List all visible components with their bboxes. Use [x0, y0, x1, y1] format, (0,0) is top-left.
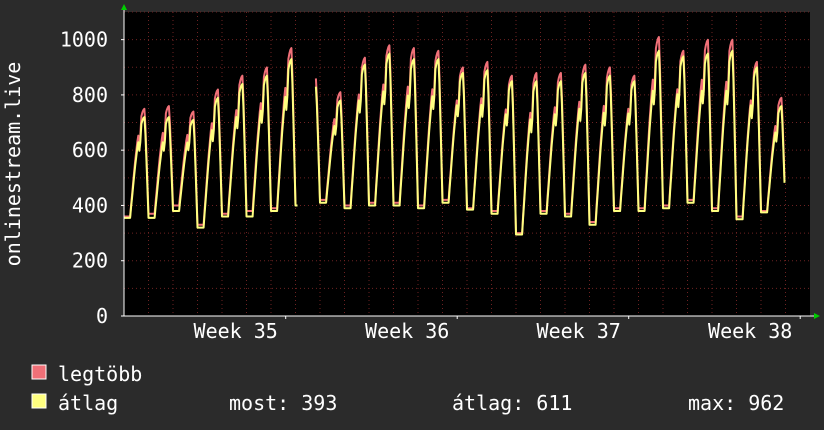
x-tick-label: Week 38	[708, 319, 792, 343]
x-tick-label: Week 35	[194, 319, 278, 343]
stat-average: átlag: 611	[452, 391, 572, 415]
x-tick-label: Week 36	[365, 319, 449, 343]
traffic-chart: 0 200 400 600 800 1000 Week 35 Week 36 Week 37 W…	[0, 0, 824, 430]
y-tick-label: 1000	[60, 28, 108, 52]
legend-swatch-max	[31, 364, 47, 380]
y-tick-label: 400	[72, 193, 108, 217]
x-tick-label: Week 37	[537, 319, 621, 343]
y-tick-label: 600	[72, 138, 108, 162]
y-tick-label: 0	[96, 304, 108, 328]
legend-label-max: legtöbb	[58, 362, 142, 386]
stat-current: most: 393	[229, 391, 337, 415]
y-tick-label: 200	[72, 249, 108, 273]
y-axis-label: onlinestream.live	[1, 62, 25, 267]
stat-max: max: 962	[688, 391, 784, 415]
legend-swatch-avg	[31, 393, 47, 409]
legend-label-avg: átlag	[58, 391, 118, 415]
y-tick-label: 800	[72, 83, 108, 107]
